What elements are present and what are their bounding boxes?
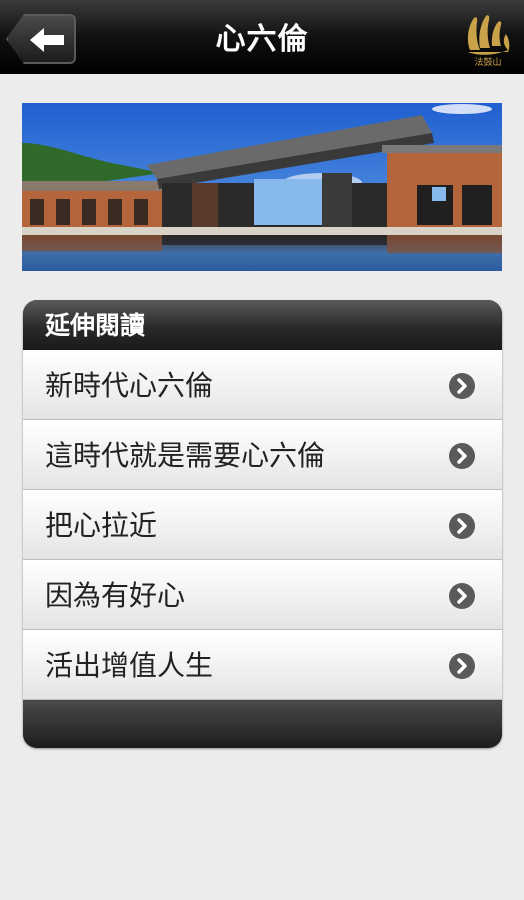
building-reflection-photo xyxy=(22,103,502,271)
chevron-right-circle-icon xyxy=(449,443,475,469)
list-item-label: 活出增值人生 xyxy=(45,649,214,682)
list-item[interactable]: 把心拉近 xyxy=(23,490,502,560)
top-bar: 心六倫 法鼓山 xyxy=(0,0,524,74)
list-item-label: 這時代就是需要心六倫 xyxy=(45,439,326,472)
list-item[interactable]: 因為有好心 xyxy=(23,560,502,630)
chevron-right-circle-icon xyxy=(449,583,475,609)
list-item[interactable]: 這時代就是需要心六倫 xyxy=(23,420,502,490)
banner-image xyxy=(22,103,502,271)
logo: 法鼓山 xyxy=(464,10,512,68)
page-title: 心六倫 xyxy=(215,22,309,57)
chevron-right-circle-icon xyxy=(449,513,475,539)
list-item-label: 把心拉近 xyxy=(45,509,158,542)
dharma-drum-logo-icon xyxy=(467,15,510,55)
chevron-right-circle-icon xyxy=(449,653,475,679)
list-item[interactable]: 新時代心六倫 xyxy=(23,350,502,420)
panel-footer xyxy=(23,700,502,748)
list-item[interactable]: 活出增值人生 xyxy=(23,630,502,700)
chevron-right-circle-icon xyxy=(449,373,475,399)
panel-heading: 延伸閱讀 xyxy=(23,300,502,350)
further-reading-panel: 延伸閱讀 新時代心六倫 這時代就是需要心六倫 把心拉近 因為有好心 活出增值人生 xyxy=(23,300,502,748)
list-item-label: 新時代心六倫 xyxy=(45,369,214,402)
logo-text: 法鼓山 xyxy=(474,58,502,68)
list-item-label: 因為有好心 xyxy=(45,579,186,612)
